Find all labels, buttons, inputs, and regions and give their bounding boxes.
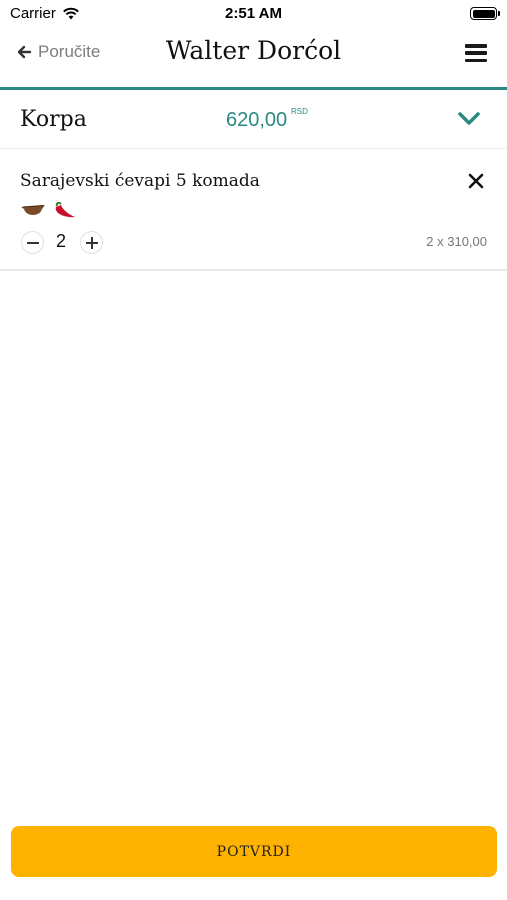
cart-total: 620,00 xyxy=(226,109,288,131)
bowl-icon xyxy=(21,205,45,215)
arrow-left-icon xyxy=(17,45,32,59)
close-icon[interactable] xyxy=(468,173,484,189)
cart-item: Sarajevski ćevapi 5 komada 2 2 x 310,00 xyxy=(0,149,507,271)
status-bar: Carrier 2:51 AM xyxy=(0,0,507,28)
back-button-label: Poručite xyxy=(38,42,101,61)
hamburger-menu-icon[interactable] xyxy=(465,44,487,62)
cart-currency: RSD xyxy=(291,107,308,116)
cart-title: Korpa xyxy=(20,107,87,132)
quantity-increase-button[interactable] xyxy=(80,231,103,254)
status-time: 2:51 AM xyxy=(225,5,282,22)
item-tags xyxy=(20,202,78,220)
quantity-value: 2 xyxy=(56,231,67,251)
battery-icon xyxy=(470,7,500,20)
chevron-down-icon[interactable] xyxy=(457,110,481,128)
menu-line xyxy=(465,58,487,62)
confirm-button[interactable]: POTVRDI xyxy=(11,826,497,877)
quantity-decrease-button[interactable] xyxy=(21,231,44,254)
item-name: Sarajevski ćevapi 5 komada xyxy=(20,171,260,191)
menu-line xyxy=(465,44,487,48)
item-price: 2 x 310,00 xyxy=(426,234,487,249)
back-button[interactable]: Poručite xyxy=(16,42,100,62)
cart-header[interactable]: Korpa 620,00 RSD xyxy=(0,93,507,149)
chili-pepper-icon xyxy=(55,202,75,218)
menu-line xyxy=(465,51,487,55)
nav-bar: Poručite Walter Dorćol xyxy=(0,28,507,90)
